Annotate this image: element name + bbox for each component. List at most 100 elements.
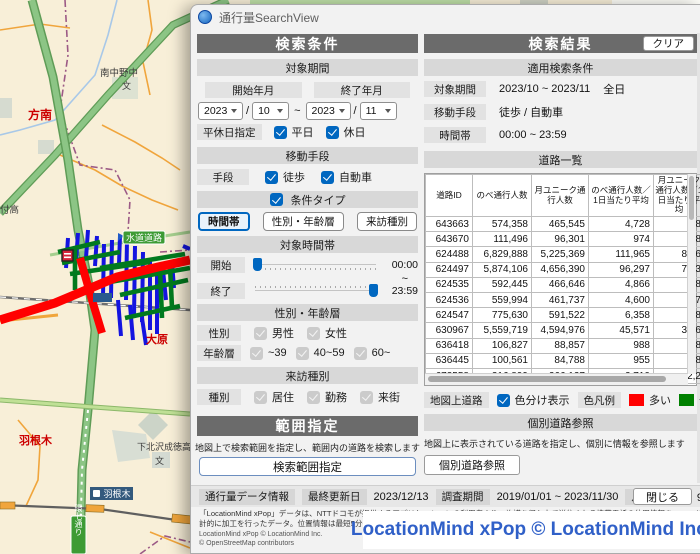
table-cell: 45,571 — [589, 323, 654, 338]
residence-checkbox[interactable]: 居住 — [254, 389, 294, 405]
slider-thumb[interactable] — [253, 258, 262, 271]
holiday-checkbox[interactable]: 休日 — [326, 124, 366, 140]
end-time-value: 23:59 — [386, 285, 418, 297]
clear-button[interactable]: クリア — [643, 36, 695, 51]
tab-timeband[interactable]: 時間帯 — [198, 212, 250, 231]
condition-type-checkbox[interactable] — [270, 193, 283, 206]
svg-text:方南: 方南 — [28, 107, 52, 122]
tilde: ~ — [294, 105, 300, 117]
time-end-label: 終了 — [197, 283, 245, 299]
column-header[interactable]: のべ通行人数／1日当たり平均 — [589, 175, 654, 217]
start-year-select[interactable]: 2023 — [198, 102, 243, 120]
svg-text:文: 文 — [122, 80, 131, 91]
table-cell: 5,559,719 — [473, 323, 532, 338]
target-period-header: 対象期間 — [197, 59, 418, 76]
age-over60-checkbox[interactable]: 60~ — [354, 347, 391, 360]
search-conditions-header: 検索条件 — [197, 34, 418, 53]
table-cell: 643663 — [426, 217, 473, 232]
end-yearmonth-label: 終了年月 — [314, 82, 411, 98]
slash: / — [354, 105, 357, 117]
table-cell: 4,656,390 — [532, 262, 589, 277]
screen: 水道道路 環七通り 羽根木 南中野中 文 方南 付高 大原 羽根木 下北沢成徳高… — [0, 0, 700, 554]
table-cell: 559,994 — [473, 293, 532, 308]
survey-period-label: 調査期間 — [436, 489, 490, 505]
legend-normal: 普通 — [679, 392, 700, 408]
rail-logo-icon — [62, 250, 73, 261]
table-row[interactable]: 643670111,49696,3019748 — [426, 232, 700, 247]
column-header[interactable]: のべ通行人数 — [473, 175, 532, 217]
female-checkbox[interactable]: 女性 — [307, 325, 347, 341]
table-cell: 574,358 — [473, 217, 532, 232]
visiting-checkbox[interactable]: 来街 — [360, 389, 400, 405]
table-row[interactable]: 6244886,829,8885,225,369111,96585,6 — [426, 247, 700, 262]
search-view-dialog: 通行量SearchView 検索条件 対象期間 開始年月 終了年月 2023 /… — [190, 4, 700, 554]
table-cell: 955 — [589, 353, 654, 368]
end-month-select[interactable]: 11 — [360, 102, 397, 120]
table-row[interactable]: 6309675,559,7194,594,97645,57137,6 — [426, 323, 700, 338]
slider-thumb[interactable] — [369, 284, 378, 297]
table-cell: 624535 — [426, 277, 473, 292]
tab-gender-age[interactable]: 性別・年齢層 — [263, 212, 344, 231]
table-cell: 630967 — [426, 323, 473, 338]
individual-road-button[interactable]: 個別道路参照 — [424, 455, 520, 475]
table-cell: 591,522 — [532, 308, 589, 323]
checkbox-checked-icon — [274, 126, 287, 139]
table-header-row: 道路IDのべ通行人数月ユニーク通行人数のべ通行人数／1日当たり平均月ユニーク通行… — [426, 175, 700, 217]
table-cell: 624488 — [426, 247, 473, 262]
table-cell: 4,600 — [589, 293, 654, 308]
table-cell: 4,866 — [589, 277, 654, 292]
work-checkbox[interactable]: 勤務 — [307, 389, 347, 405]
applied-period-value: 2023/10 ~ 2023/11 — [499, 83, 590, 95]
start-time-value: 00:00 — [386, 259, 418, 271]
scrollbar-thumb[interactable] — [689, 176, 694, 220]
table-row[interactable]: 6244975,874,1064,656,39096,29776,3 — [426, 262, 700, 277]
table-cell: 988 — [589, 338, 654, 353]
applied-conditions-header: 適用検索条件 — [424, 59, 697, 76]
start-month-select[interactable]: 10 — [252, 102, 289, 120]
walk-checkbox[interactable]: 徒歩 — [265, 169, 305, 185]
age-40-59-checkbox[interactable]: 40~59 — [296, 347, 345, 360]
column-header[interactable]: 月ユニーク通行人数 — [532, 175, 589, 217]
age-under39-checkbox[interactable]: ~39 — [250, 347, 287, 360]
checkbox-disabled-icon — [254, 327, 267, 340]
scrollbar-thumb[interactable] — [428, 376, 666, 382]
male-checkbox[interactable]: 男性 — [254, 325, 294, 341]
svg-text:南中野中: 南中野中 — [100, 67, 138, 79]
age-label: 年齢層 — [197, 345, 241, 361]
road-table-container: 道路IDのべ通行人数月ユニーク通行人数のべ通行人数／1日当たり平均月ユニーク通行… — [424, 173, 697, 386]
start-time-slider[interactable] — [253, 258, 378, 272]
table-row[interactable]: 624547775,630591,5226,3584,8 — [426, 308, 700, 323]
color-display-checkbox[interactable]: 色分け表示 — [497, 392, 570, 408]
table-cell: 974 — [589, 232, 654, 247]
table-cell: 106,827 — [473, 338, 532, 353]
column-header[interactable]: 道路ID — [426, 175, 473, 217]
checkbox-disabled-icon — [254, 391, 267, 404]
horizontal-scrollbar[interactable] — [425, 373, 688, 385]
weekday-checkbox[interactable]: 平日 — [274, 124, 314, 140]
checkbox-checked-icon — [321, 171, 334, 184]
end-year-select[interactable]: 2023 — [306, 102, 351, 120]
car-checkbox[interactable]: 自動車 — [321, 169, 372, 185]
svg-text:水道道路: 水道道路 — [126, 232, 162, 243]
checkbox-disabled-icon — [250, 347, 263, 360]
range-spec-button[interactable]: 検索範囲指定 — [199, 457, 416, 476]
table-row[interactable]: 624535592,445466,6464,8663,8 — [426, 277, 700, 292]
vertical-scrollbar[interactable] — [687, 174, 696, 374]
close-button[interactable]: 閉じる — [633, 488, 692, 505]
table-row[interactable]: 624536559,994461,7374,6003,7 — [426, 293, 700, 308]
chevron-down-icon — [231, 109, 237, 113]
hanegi-busstop-sign: 羽根木 — [90, 487, 133, 500]
checkbox-disabled-icon — [307, 391, 320, 404]
visit-type-label: 種別 — [197, 389, 241, 405]
table-cell: 4,594,976 — [532, 323, 589, 338]
transport-label: 手段 — [197, 169, 249, 185]
table-row[interactable]: 643663574,358465,5454,7283,8 — [426, 217, 700, 232]
table-row[interactable]: 636445100,56184,7889558 — [426, 353, 700, 368]
tab-visit-type[interactable]: 来訪種別 — [357, 212, 417, 231]
table-cell: 111,496 — [473, 232, 532, 247]
title-bar[interactable]: 通行量SearchView — [191, 5, 700, 29]
end-time-slider[interactable] — [253, 284, 378, 298]
table-cell: 84,788 — [532, 353, 589, 368]
table-row[interactable]: 636418106,82788,8579888 — [426, 338, 700, 353]
survey-period-value: 2019/01/01 ~ 2023/11/30 — [497, 491, 619, 503]
